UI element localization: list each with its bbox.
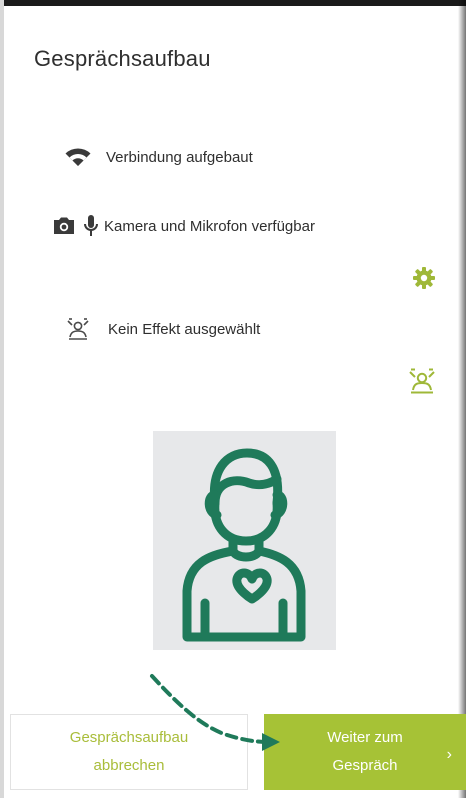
effect-status-label: Kein Effekt ausgewählt [108,320,261,338]
continue-to-call-button[interactable]: Weiter zum Gespräch › [264,714,466,790]
right-shadow [458,0,466,798]
wifi-icon [64,146,92,168]
effect-status: Kein Effekt ausgewählt [66,318,260,340]
background-effect-icon [66,318,90,340]
microphone-icon [82,214,100,238]
devices-status: Kamera und Mikrofon verfügbar [52,214,315,238]
dashed-arrow-annotation [150,674,280,751]
connection-status: Verbindung aufgebaut [64,146,253,168]
camera-icon [52,216,76,236]
next-button-line1: Weiter zum [327,729,403,746]
chevron-right-icon: › [446,746,452,763]
left-border [0,0,4,798]
call-setup-screen: Gesprächsaufbau Verbindung aufgebaut Kam… [0,0,466,798]
video-preview [153,431,336,650]
background-effect-button[interactable] [408,368,436,394]
connection-status-label: Verbindung aufgebaut [106,148,253,166]
user-avatar-icon [182,448,306,642]
page-title: Gesprächsaufbau [34,46,211,71]
next-button-line2: Gespräch [332,757,398,774]
gear-icon[interactable] [412,266,436,290]
top-border [0,0,466,6]
cancel-button-line2: abbrechen [93,757,165,774]
devices-status-label: Kamera und Mikrofon verfügbar [104,217,315,235]
